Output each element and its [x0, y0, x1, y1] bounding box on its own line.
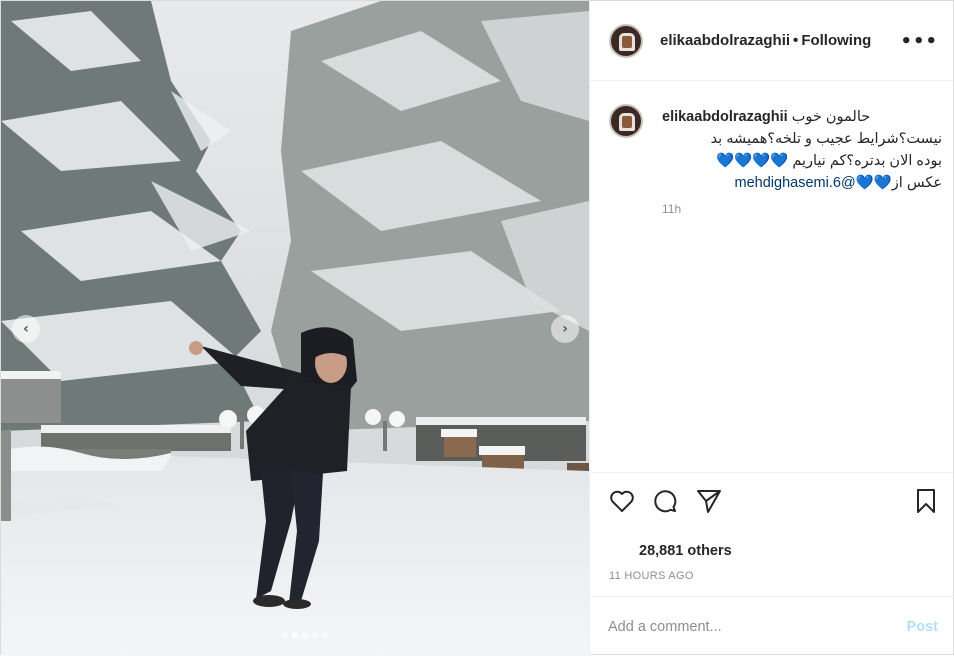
instagram-post: ‹ › elikaabdolrazaghii • Following ••• e…	[0, 0, 954, 656]
avatar[interactable]	[609, 23, 643, 58]
post-header: elikaabdolrazaghii • Following •••	[590, 1, 954, 81]
separator-dot: •	[793, 32, 799, 49]
blue-heart-icons: 💙💙💙💙	[716, 153, 789, 169]
carousel-dot	[302, 632, 308, 638]
caption-timestamp[interactable]: 11h	[662, 202, 681, 216]
carousel-dot	[282, 632, 288, 638]
carousel-indicator	[1, 632, 589, 638]
caption-text-line1: حالمون خوب	[791, 109, 871, 125]
snow-scene-image	[1, 1, 589, 656]
like-heart-icon[interactable]	[608, 487, 636, 515]
carousel-dot-active	[292, 632, 298, 638]
carousel-dot	[322, 632, 328, 638]
caption-text-line4: عکس از💙💙@mehdighasemi.6	[662, 172, 942, 194]
previous-photo-button[interactable]: ‹	[12, 315, 40, 343]
avatar-detail	[622, 116, 632, 128]
caption-avatar[interactable]	[609, 104, 643, 138]
avatar-detail	[622, 35, 632, 48]
action-bar	[590, 472, 954, 528]
likes-count[interactable]: 28,881 others	[639, 543, 732, 559]
caption-body: elikaabdolrazaghii حالمون خوب نیست؟شرایط…	[662, 106, 942, 194]
post-sidebar: elikaabdolrazaghii • Following ••• elikaab…	[589, 1, 954, 656]
caption-text-line3: بوده الان بدتره؟کم نیاریم 💙💙💙💙	[662, 150, 942, 172]
username-link[interactable]: elikaabdolrazaghii	[660, 32, 790, 49]
next-photo-button[interactable]: ›	[551, 315, 579, 343]
post-time-ago[interactable]: 11 HOURS AGO	[609, 570, 694, 582]
caption-text-line4-text: عکس از	[891, 175, 942, 191]
carousel-dot	[312, 632, 318, 638]
save-bookmark-icon[interactable]	[912, 487, 940, 515]
caption-username-link[interactable]: elikaabdolrazaghii	[662, 109, 788, 125]
post-comment-button[interactable]: Post	[907, 619, 938, 635]
caption-text-line2: نیست؟شرایط عجیب و تلخه؟همیشه بد	[710, 131, 942, 147]
share-icon[interactable]	[695, 487, 723, 515]
more-options-icon[interactable]: •••	[900, 31, 938, 52]
comment-form: Post	[590, 596, 954, 656]
caption-text-line3-text: بوده الان بدتره؟کم نیاریم	[792, 153, 942, 169]
post-photo[interactable]: ‹ ›	[1, 1, 589, 656]
blue-heart-icons: 💙💙	[855, 175, 892, 191]
mention-link[interactable]: @mehdighasemi.6	[735, 175, 856, 191]
chevron-left-icon: ‹	[23, 321, 29, 337]
chevron-right-icon: ›	[562, 321, 568, 337]
comment-icon[interactable]	[651, 487, 679, 515]
following-button[interactable]: Following	[801, 32, 871, 49]
header-user-info: elikaabdolrazaghii • Following	[660, 32, 871, 49]
comment-input[interactable]	[608, 618, 907, 635]
